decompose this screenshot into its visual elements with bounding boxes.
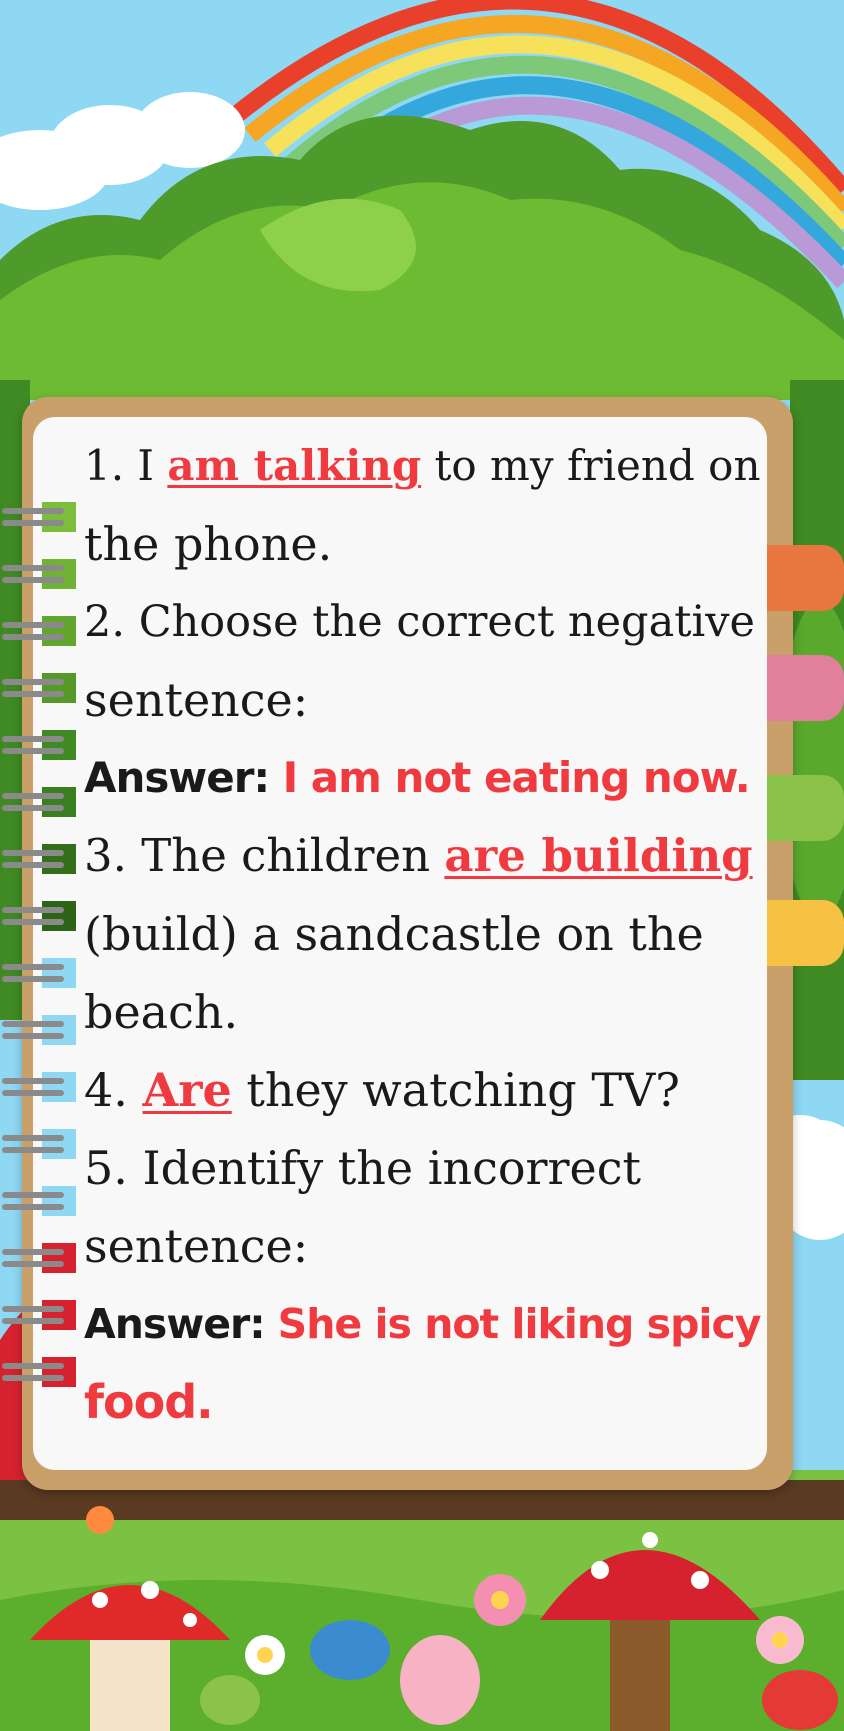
question-5-answer-line: Answer: She is not liking spicy <box>84 1285 764 1363</box>
notebook-tab-yellow <box>762 900 844 966</box>
exercise-answers: 1. I am talking to my friend on the phon… <box>84 427 764 1441</box>
question-2-answer: I am not eating now. <box>282 753 751 802</box>
spiral-ring <box>2 1129 76 1159</box>
spiral-ring <box>2 616 76 646</box>
question-1-text: 1. I <box>84 441 168 490</box>
spiral-ring <box>2 730 76 760</box>
question-3-line-3: beach. <box>84 985 239 1039</box>
question-3-line-2: (build) a sandcastle on the <box>84 907 704 961</box>
spiral-ring <box>2 958 76 988</box>
question-2-line-2: sentence: <box>84 673 309 727</box>
question-4-line-1: 4. Are they watching TV? <box>84 1051 764 1129</box>
spiral-ring <box>2 1186 76 1216</box>
spiral-ring <box>2 1300 76 1330</box>
spiral-ring <box>2 1357 76 1387</box>
notebook-tab-pink <box>762 655 844 721</box>
question-3-text: 3. The children <box>84 829 445 882</box>
answer-label: Answer: <box>84 753 270 802</box>
notebook-tab-green <box>762 775 844 841</box>
question-5-answer-line-2: food. <box>84 1363 764 1441</box>
spiral-ring <box>2 673 76 703</box>
spiral-ring <box>2 787 76 817</box>
question-4-answer: Are <box>142 1063 232 1117</box>
question-3-line-1: 3. The children are building <box>84 817 764 895</box>
question-1-answer: am talking <box>167 441 422 490</box>
spiral-ring <box>2 844 76 874</box>
spiral-ring <box>2 1243 76 1273</box>
question-1-text-end: to my friend on <box>421 441 761 490</box>
question-5-answer-end: food. <box>84 1375 214 1429</box>
question-5-answer: She is not liking spicy <box>277 1300 762 1348</box>
question-3-answer: are building <box>444 829 753 882</box>
spiral-ring <box>2 901 76 931</box>
question-5-line-2: sentence: <box>84 1219 309 1273</box>
spiral-ring <box>2 1015 76 1045</box>
question-2-line-1: 2. Choose the correct negative <box>84 597 755 647</box>
question-1-line-2: the phone. <box>84 517 333 571</box>
spiral-ring <box>2 502 76 532</box>
answer-label: Answer: <box>84 1300 266 1348</box>
question-2-answer-line: Answer: I am not eating now. <box>84 739 764 817</box>
spiral-ring <box>2 1072 76 1102</box>
question-4-number: 4. <box>84 1063 143 1117</box>
question-5-line-1: 5. Identify the incorrect <box>84 1141 642 1195</box>
notebook-tab-orange <box>762 545 844 611</box>
question-4-text: they watching TV? <box>231 1063 680 1117</box>
spiral-ring <box>2 559 76 589</box>
question-1-line-1: 1. I am talking to my friend on <box>84 427 764 505</box>
